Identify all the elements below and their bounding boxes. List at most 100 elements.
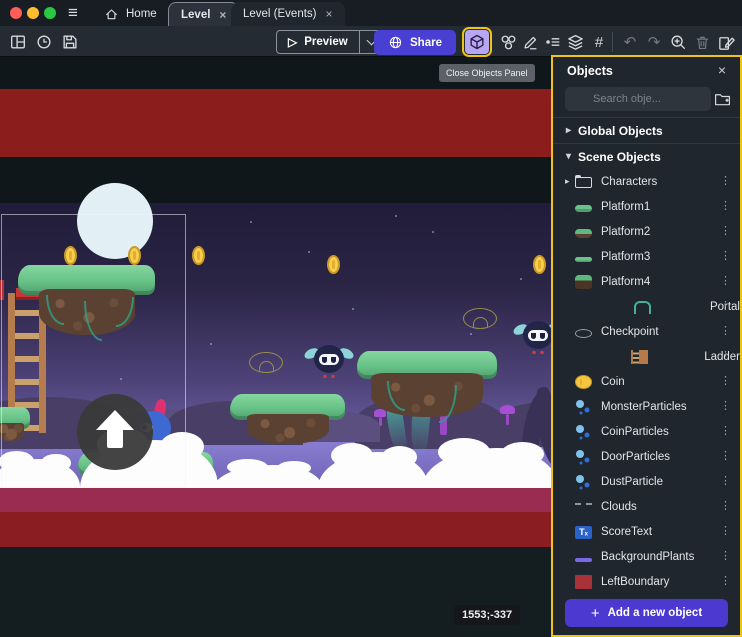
caret-down-icon[interactable]: ▾ bbox=[566, 151, 571, 162]
objects-panel: Objects × ▸ Global Objects ▾ Scene Objec… bbox=[551, 55, 742, 637]
layers-button[interactable] bbox=[563, 30, 587, 54]
row-menu-icon[interactable]: ⋮ bbox=[720, 474, 731, 487]
object-item-dustparticle[interactable]: ▸ DustParticle ⋮ bbox=[553, 469, 740, 494]
panels-layout-button[interactable] bbox=[6, 30, 30, 54]
tab-close-icon[interactable]: × bbox=[219, 8, 226, 22]
object-item-platform4[interactable]: ▸ Platform4 ⋮ bbox=[553, 269, 740, 294]
coin-object[interactable] bbox=[533, 255, 546, 274]
object-item-clouds[interactable]: ▸ Clouds ⋮ bbox=[553, 494, 740, 519]
window-tab-bar: ≡ Home Level × Level (Events) × bbox=[0, 0, 742, 26]
add-new-object-button[interactable]: + Add a new object bbox=[565, 599, 728, 627]
properties-button[interactable] bbox=[541, 30, 565, 54]
history-button[interactable] bbox=[32, 30, 56, 54]
row-menu-icon[interactable]: ⋮ bbox=[720, 224, 731, 237]
row-menu-icon[interactable]: ⋮ bbox=[720, 349, 731, 362]
redo-button[interactable]: ↷ bbox=[642, 30, 666, 54]
monster-object[interactable] bbox=[307, 343, 351, 379]
row-menu-icon[interactable]: ⋮ bbox=[720, 374, 731, 387]
traffic-light-minimize[interactable] bbox=[27, 7, 39, 19]
platform-object[interactable] bbox=[230, 394, 345, 444]
textbadge-icon bbox=[575, 526, 592, 539]
background-plant[interactable] bbox=[500, 405, 515, 425]
platform-b-icon bbox=[575, 229, 592, 238]
object-item-doorparticles[interactable]: ▸ DoorParticles ⋮ bbox=[553, 444, 740, 469]
object-item-label: DustParticle bbox=[601, 476, 663, 488]
object-item-platform1[interactable]: ▸ Platform1 ⋮ bbox=[553, 194, 740, 219]
history-clock-icon bbox=[35, 33, 53, 51]
paint-edit-button[interactable] bbox=[519, 30, 543, 54]
object-item-leftboundary[interactable]: ▸ LeftBoundary ⋮ bbox=[553, 569, 740, 594]
global-objects-section[interactable]: ▸ Global Objects bbox=[553, 118, 740, 143]
tab-level[interactable]: Level × bbox=[168, 2, 239, 26]
search-input[interactable] bbox=[565, 87, 711, 111]
row-menu-icon[interactable]: ⋮ bbox=[720, 549, 731, 562]
add-folder-icon[interactable] bbox=[713, 90, 732, 109]
cloud-object[interactable] bbox=[318, 452, 428, 488]
object-item-label: Platform2 bbox=[601, 226, 650, 238]
edit-instance-button[interactable] bbox=[714, 30, 738, 54]
undo-button[interactable]: ↶ bbox=[618, 30, 642, 54]
zoom-button[interactable] bbox=[666, 30, 690, 54]
save-button[interactable] bbox=[58, 30, 82, 54]
scene-objects-list: ▸ Characters ⋮ ▸ Platform1 ⋮ ▸ Platform2… bbox=[553, 169, 740, 594]
platform-object[interactable] bbox=[357, 351, 497, 417]
traffic-light-zoom[interactable] bbox=[44, 7, 56, 19]
checkpoint-object[interactable] bbox=[463, 308, 497, 329]
hamburger-menu-icon[interactable]: ≡ bbox=[62, 1, 84, 25]
properties-list-icon bbox=[544, 33, 562, 51]
tab-level-events-label: Level (Events) bbox=[243, 8, 317, 20]
coin-object[interactable] bbox=[192, 246, 205, 265]
row-menu-icon[interactable]: ⋮ bbox=[720, 199, 731, 212]
object-item-scoretext[interactable]: ▸ ScoreText ⋮ bbox=[553, 519, 740, 544]
row-menu-icon[interactable]: ⋮ bbox=[720, 424, 731, 437]
row-menu-icon[interactable]: ⋮ bbox=[720, 174, 731, 187]
object-item-portal[interactable]: ▸ Portal ⋮ bbox=[553, 294, 740, 319]
object-item-platform3[interactable]: ▸ Platform3 ⋮ bbox=[553, 244, 740, 269]
object-item-label: ScoreText bbox=[601, 526, 652, 538]
platform-a-icon bbox=[575, 205, 592, 212]
object-item-coinparticles[interactable]: ▸ CoinParticles ⋮ bbox=[553, 419, 740, 444]
row-menu-icon[interactable]: ⋮ bbox=[720, 574, 731, 587]
scene-objects-section[interactable]: ▾ Scene Objects bbox=[553, 144, 740, 169]
scene-editor-canvas[interactable]: 1553;-337 bbox=[0, 57, 557, 637]
delete-button[interactable] bbox=[690, 30, 714, 54]
preview-button[interactable]: ▷ Preview bbox=[277, 31, 359, 53]
object-item-characters[interactable]: ▸ Characters ⋮ bbox=[553, 169, 740, 194]
tab-level-events[interactable]: Level (Events) × bbox=[231, 2, 345, 26]
row-menu-icon[interactable]: ⋮ bbox=[720, 274, 731, 287]
scene-bottom-crimson-band[interactable] bbox=[0, 488, 557, 512]
object-groups-icon bbox=[499, 33, 518, 52]
grid-button[interactable]: # bbox=[587, 30, 611, 54]
row-menu-icon[interactable]: ⋮ bbox=[720, 249, 731, 262]
cloud-object[interactable] bbox=[214, 465, 322, 488]
tab-close-icon[interactable]: × bbox=[326, 7, 333, 21]
row-menu-icon[interactable]: ⋮ bbox=[720, 524, 731, 537]
object-groups-button[interactable] bbox=[496, 30, 520, 54]
row-menu-icon[interactable]: ⋮ bbox=[720, 449, 731, 462]
row-menu-icon[interactable]: ⋮ bbox=[720, 499, 731, 512]
share-button[interactable]: Share bbox=[374, 30, 456, 55]
object-item-coin[interactable]: ▸ Coin ⋮ bbox=[553, 369, 740, 394]
traffic-light-close[interactable] bbox=[10, 7, 22, 19]
object-item-label: BackgroundPlants bbox=[601, 551, 694, 563]
caret-right-icon[interactable]: ▸ bbox=[565, 176, 575, 187]
object-item-checkpoint[interactable]: ▸ Checkpoint ⋮ bbox=[553, 319, 740, 344]
row-menu-icon[interactable]: ⋮ bbox=[720, 299, 731, 312]
objects-panel-toggle-button[interactable] bbox=[465, 30, 489, 54]
platform-c-icon bbox=[575, 257, 592, 262]
object-item-platform2[interactable]: ▸ Platform2 ⋮ bbox=[553, 219, 740, 244]
row-menu-icon[interactable]: ⋮ bbox=[720, 399, 731, 412]
tab-home[interactable]: Home bbox=[92, 2, 169, 26]
panels-layout-icon bbox=[9, 33, 27, 51]
caret-right-icon[interactable]: ▸ bbox=[566, 125, 571, 136]
row-menu-icon[interactable]: ⋮ bbox=[720, 324, 731, 337]
object-item-monsterparticles[interactable]: ▸ MonsterParticles ⋮ bbox=[553, 394, 740, 419]
coin-object[interactable] bbox=[327, 255, 340, 274]
scene-top-red-band[interactable] bbox=[0, 89, 557, 157]
scene-bottom-red-band[interactable] bbox=[0, 512, 557, 547]
object-item-ladder[interactable]: ▸ Ladder ⋮ bbox=[553, 344, 740, 369]
close-panel-icon[interactable]: × bbox=[713, 61, 731, 79]
checkpoint-object[interactable] bbox=[249, 352, 283, 373]
cloud-object[interactable] bbox=[422, 448, 557, 488]
object-item-backgroundplants[interactable]: ▸ BackgroundPlants ⋮ bbox=[553, 544, 740, 569]
